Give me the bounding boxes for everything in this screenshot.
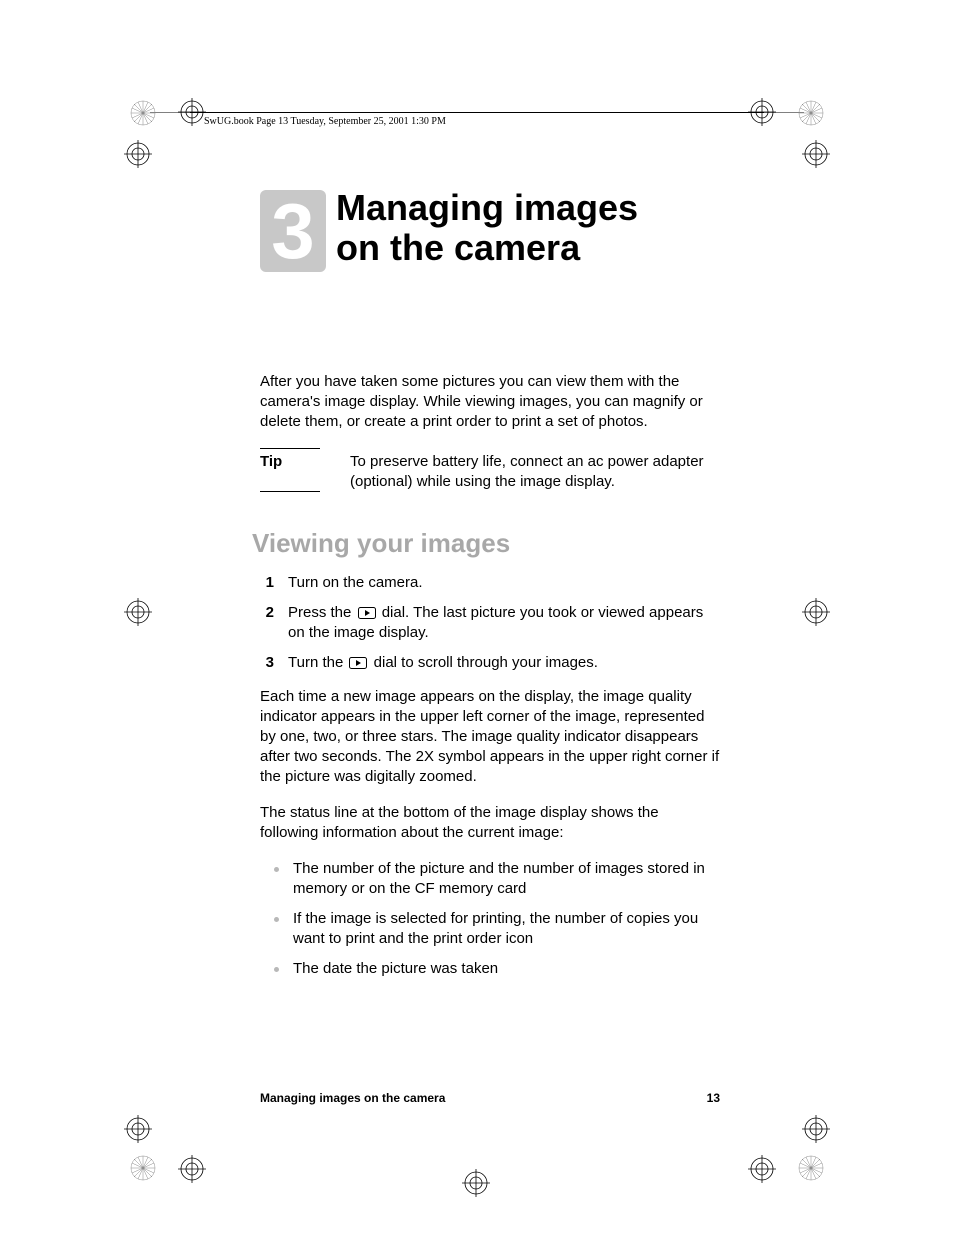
playback-dial-icon — [349, 657, 367, 669]
step-text: Turn the dial to scroll through your ima… — [288, 653, 720, 673]
decorative-dot-icon — [798, 1155, 824, 1181]
steps-list: 1 Turn on the camera. 2 Press the dial. … — [260, 573, 720, 673]
page-number: 13 — [707, 1091, 720, 1105]
reg-mark-icon — [178, 1155, 206, 1183]
section-heading: Viewing your images — [252, 528, 720, 559]
list-item: 3 Turn the dial to scroll through your i… — [260, 653, 720, 673]
decorative-dot-icon — [130, 100, 156, 126]
chapter-title: Managing images on the camera — [336, 188, 638, 268]
footer-title: Managing images on the camera — [260, 1091, 445, 1105]
step-text: Turn on the camera. — [288, 573, 720, 593]
tip-block: Tip To preserve battery life, connect an… — [260, 448, 720, 492]
bullet-icon — [274, 917, 279, 922]
running-header: SwUG.book Page 13 Tuesday, September 25,… — [204, 116, 446, 127]
bullet-icon — [274, 867, 279, 872]
chapter-title-line1: Managing images — [336, 187, 638, 228]
chapter-heading: 3 Managing images on the camera — [260, 190, 720, 272]
step-number: 1 — [260, 573, 274, 593]
body-paragraph: Each time a new image appears on the dis… — [260, 687, 720, 787]
bullet-icon — [274, 967, 279, 972]
tip-body: To preserve battery life, connect an ac … — [350, 448, 720, 492]
list-item: The number of the picture and the number… — [260, 859, 720, 899]
list-item: The date the picture was taken — [260, 959, 720, 979]
body-paragraph: The status line at the bottom of the ima… — [260, 803, 720, 843]
reg-mark-icon — [462, 1169, 490, 1197]
reg-mark-icon — [802, 598, 830, 626]
reg-mark-icon — [124, 1115, 152, 1143]
reg-mark-icon — [748, 1155, 776, 1183]
reg-mark-icon — [124, 598, 152, 626]
playback-dial-icon — [358, 607, 376, 619]
step-text: Press the dial. The last picture you too… — [288, 603, 720, 643]
chapter-title-line2: on the camera — [336, 227, 580, 268]
page-content: 3 Managing images on the camera After yo… — [260, 190, 720, 989]
tip-label: Tip — [260, 448, 320, 492]
reg-mark-icon — [802, 140, 830, 168]
list-item: 2 Press the dial. The last picture you t… — [260, 603, 720, 643]
reg-mark-icon — [802, 1115, 830, 1143]
list-item: If the image is selected for printing, t… — [260, 909, 720, 949]
intro-paragraph: After you have taken some pictures you c… — [260, 372, 720, 432]
header-rule — [190, 112, 764, 113]
step-number: 2 — [260, 603, 274, 643]
step-number: 3 — [260, 653, 274, 673]
reg-mark-icon — [124, 140, 152, 168]
decorative-dot-icon — [130, 1155, 156, 1181]
bullet-list: The number of the picture and the number… — [260, 859, 720, 979]
chapter-number-box: 3 — [260, 190, 326, 272]
list-item: 1 Turn on the camera. — [260, 573, 720, 593]
page-footer: Managing images on the camera 13 — [260, 1091, 720, 1105]
bullet-text: The number of the picture and the number… — [293, 859, 720, 899]
bullet-text: The date the picture was taken — [293, 959, 498, 979]
decorative-dot-icon — [798, 100, 824, 126]
bullet-text: If the image is selected for printing, t… — [293, 909, 720, 949]
